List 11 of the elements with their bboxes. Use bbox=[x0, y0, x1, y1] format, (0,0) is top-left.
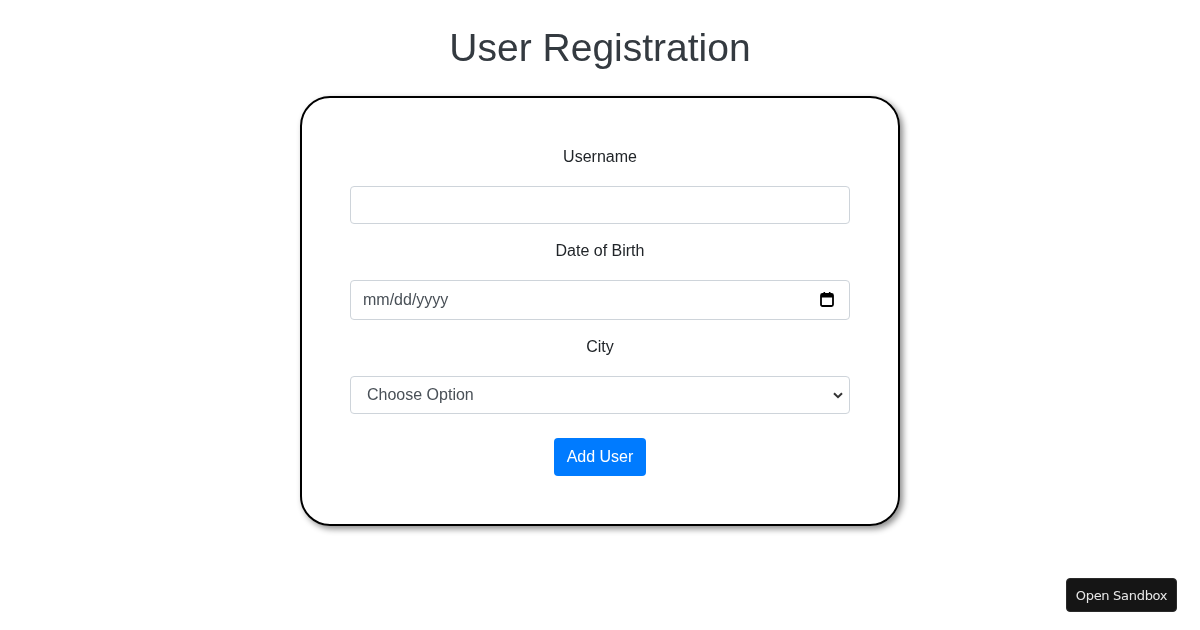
calendar-icon[interactable] bbox=[820, 292, 834, 307]
select-field[interactable]: Choose Option bbox=[350, 376, 850, 414]
date-field[interactable]: mm/dd/yyyy bbox=[350, 280, 850, 320]
page-title: User Registration bbox=[449, 25, 751, 71]
chevron-down-icon bbox=[833, 391, 843, 399]
field-label: City bbox=[586, 337, 614, 357]
field-label: Date of Birth bbox=[555, 241, 645, 261]
add-user-button[interactable]: Add User bbox=[553, 438, 647, 476]
field-label: Username bbox=[563, 147, 637, 167]
open-sandbox-button[interactable]: Open Sandbox bbox=[1066, 578, 1177, 612]
input-field[interactable] bbox=[350, 186, 850, 224]
